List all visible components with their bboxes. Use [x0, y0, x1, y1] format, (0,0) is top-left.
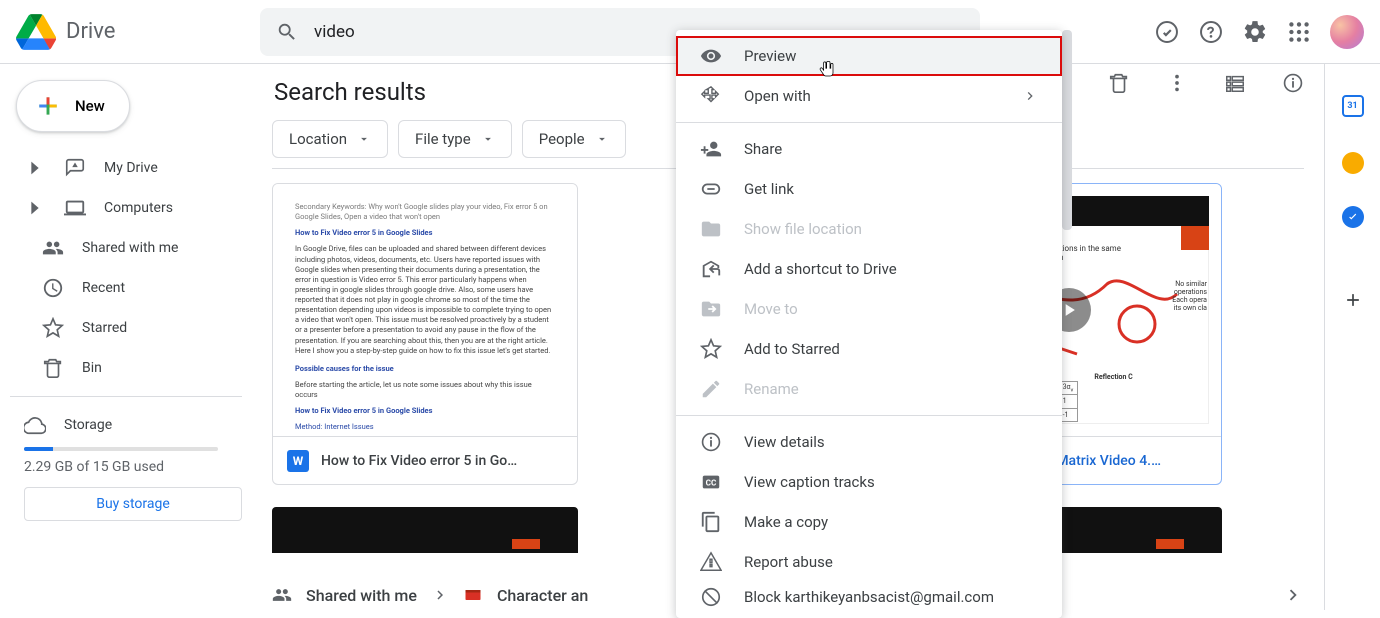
my-drive-icon: [64, 157, 86, 179]
file-card[interactable]: [272, 507, 578, 553]
people-icon: [272, 585, 292, 605]
trash-icon: [42, 357, 64, 379]
menu-preview[interactable]: Preview: [676, 36, 1062, 76]
word-icon: W: [287, 450, 309, 472]
context-menu: Preview Open with Share Get link Show fi…: [676, 30, 1062, 618]
trash-icon[interactable]: [1108, 72, 1130, 94]
move-to-icon: [700, 298, 722, 320]
chevron-right-icon: [431, 586, 449, 604]
breadcrumb-child[interactable]: Character an: [497, 586, 588, 605]
menu-move-to: Move to: [676, 289, 1062, 329]
new-label: New: [75, 97, 105, 115]
chevron-right-icon: [24, 197, 46, 219]
logo[interactable]: Drive: [16, 12, 252, 52]
chevron-down-icon: [481, 132, 495, 146]
chevron-right-icon: [24, 157, 46, 179]
menu-view-details[interactable]: View details: [676, 422, 1062, 462]
help-icon[interactable]: [1198, 19, 1224, 45]
chevron-right-icon[interactable]: [1282, 584, 1304, 606]
menu-open-with[interactable]: Open with: [676, 76, 1062, 116]
breadcrumb-root[interactable]: Shared with me: [306, 586, 417, 605]
pencil-icon: [700, 378, 722, 400]
sidebar-item-bin[interactable]: Bin: [10, 348, 242, 388]
info-icon[interactable]: [1282, 72, 1304, 94]
new-button[interactable]: New: [16, 80, 130, 132]
menu-add-shortcut[interactable]: Add a shortcut to Drive: [676, 249, 1062, 289]
menu-block[interactable]: Block karthikeyanbsacist@gmail.com: [676, 582, 1062, 612]
cc-icon: [700, 471, 722, 493]
cloud-icon: [24, 414, 46, 436]
info-icon: [700, 431, 722, 453]
sidebar-item-starred[interactable]: Starred: [10, 308, 242, 348]
menu-scrollbar[interactable]: [1062, 30, 1072, 230]
ready-offline-icon[interactable]: [1154, 19, 1180, 45]
sidebar-item-recent[interactable]: Recent: [10, 268, 242, 308]
storage-progress: [24, 447, 218, 451]
folder-icon: [700, 218, 722, 240]
star-icon: [700, 338, 722, 360]
report-icon: [700, 551, 722, 573]
result-toolbar: [1108, 72, 1304, 94]
menu-make-copy[interactable]: Make a copy: [676, 502, 1062, 542]
menu-add-starred[interactable]: Add to Starred: [676, 329, 1062, 369]
app-name: Drive: [66, 19, 115, 44]
laptop-icon: [64, 197, 86, 219]
account-avatar[interactable]: [1330, 15, 1364, 49]
file-title: How to Fix Video error 5 in Go…: [321, 453, 517, 469]
clock-icon: [42, 277, 64, 299]
list-view-icon[interactable]: [1224, 72, 1246, 94]
storage-text: 2.29 GB of 15 GB used: [10, 459, 242, 475]
menu-share[interactable]: Share: [676, 129, 1062, 169]
menu-get-link[interactable]: Get link: [676, 169, 1062, 209]
sidebar: New My Drive Computers Shared with me Re…: [0, 64, 252, 610]
eye-icon: [700, 45, 722, 67]
buy-storage-button[interactable]: Buy storage: [24, 487, 242, 521]
chip-people[interactable]: People: [522, 120, 626, 158]
plus-icon: [35, 93, 61, 119]
sidebar-item-computers[interactable]: Computers: [10, 188, 242, 228]
apps-icon[interactable]: [1286, 19, 1312, 45]
people-icon: [42, 237, 64, 259]
sidebar-item-my-drive[interactable]: My Drive: [10, 148, 242, 188]
calendar-app-icon[interactable]: [1339, 92, 1367, 120]
drive-logo-icon: [16, 12, 56, 52]
chevron-down-icon: [595, 132, 609, 146]
link-icon: [700, 178, 722, 200]
chip-location[interactable]: Location: [272, 120, 388, 158]
film-icon: [463, 585, 483, 605]
tasks-app-icon[interactable]: [1342, 206, 1364, 228]
add-addon-icon[interactable]: [1339, 286, 1367, 314]
doc-thumbnail: Secondary Keywords: Why won't Google sli…: [273, 184, 577, 436]
chip-file-type[interactable]: File type: [398, 120, 512, 158]
menu-report-abuse[interactable]: Report abuse: [676, 542, 1062, 582]
side-panel: [1324, 64, 1380, 610]
menu-show-location: Show file location: [676, 209, 1062, 249]
keep-app-icon[interactable]: [1342, 152, 1364, 174]
star-icon: [42, 317, 64, 339]
gear-icon[interactable]: [1242, 19, 1268, 45]
block-icon: [700, 586, 722, 608]
chevron-right-icon: [1022, 88, 1038, 104]
sidebar-item-storage[interactable]: Storage: [0, 405, 242, 445]
file-card[interactable]: Secondary Keywords: Why won't Google sli…: [272, 183, 578, 485]
search-icon: [276, 21, 298, 43]
menu-rename: Rename: [676, 369, 1062, 409]
sidebar-item-shared[interactable]: Shared with me: [10, 228, 242, 268]
file-title-row: W How to Fix Video error 5 in Go…: [273, 436, 577, 484]
copy-icon: [700, 511, 722, 533]
shortcut-icon: [700, 258, 722, 280]
person-add-icon: [700, 138, 722, 160]
more-icon[interactable]: [1166, 72, 1188, 94]
open-with-icon: [700, 85, 722, 107]
top-actions: [1154, 15, 1364, 49]
chevron-down-icon: [357, 132, 371, 146]
menu-caption-tracks[interactable]: View caption tracks: [676, 462, 1062, 502]
